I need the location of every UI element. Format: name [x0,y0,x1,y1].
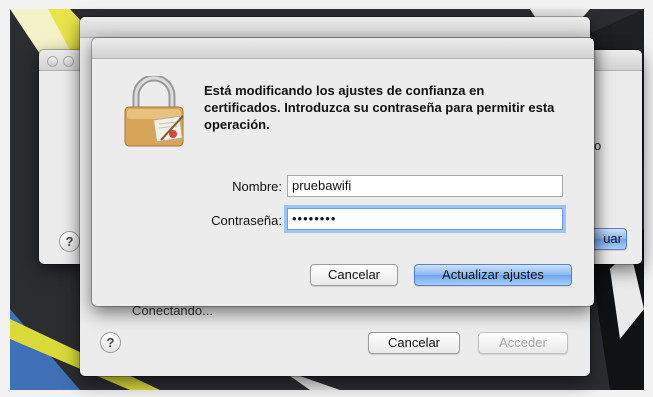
auth-dialog-titlebar [92,38,594,59]
cancel-button[interactable]: Cancelar [310,264,398,286]
help-icon[interactable]: ? [100,332,121,353]
update-settings-button[interactable]: Actualizar ajustes [414,264,572,286]
help-icon[interactable]: ? [59,231,80,252]
padlock-certificate-icon [119,74,189,148]
authentication-dialog: Está modificando los ajustes de confianz… [92,38,594,306]
password-label: Contraseña: [211,213,282,228]
name-field[interactable]: pruebawifi [287,175,563,197]
connect-button[interactable]: Acceder [478,332,568,354]
name-label: Nombre: [232,179,282,194]
password-field[interactable]: •••••••• [287,208,563,230]
cancel-button[interactable]: Cancelar [368,332,460,354]
background-partial-text: o [594,138,602,153]
close-window-button[interactable] [47,56,58,67]
auth-message: Está modificando los ajustes de confianz… [204,83,555,132]
network-window-titlebar [80,17,590,38]
minimize-window-button[interactable] [63,56,74,67]
